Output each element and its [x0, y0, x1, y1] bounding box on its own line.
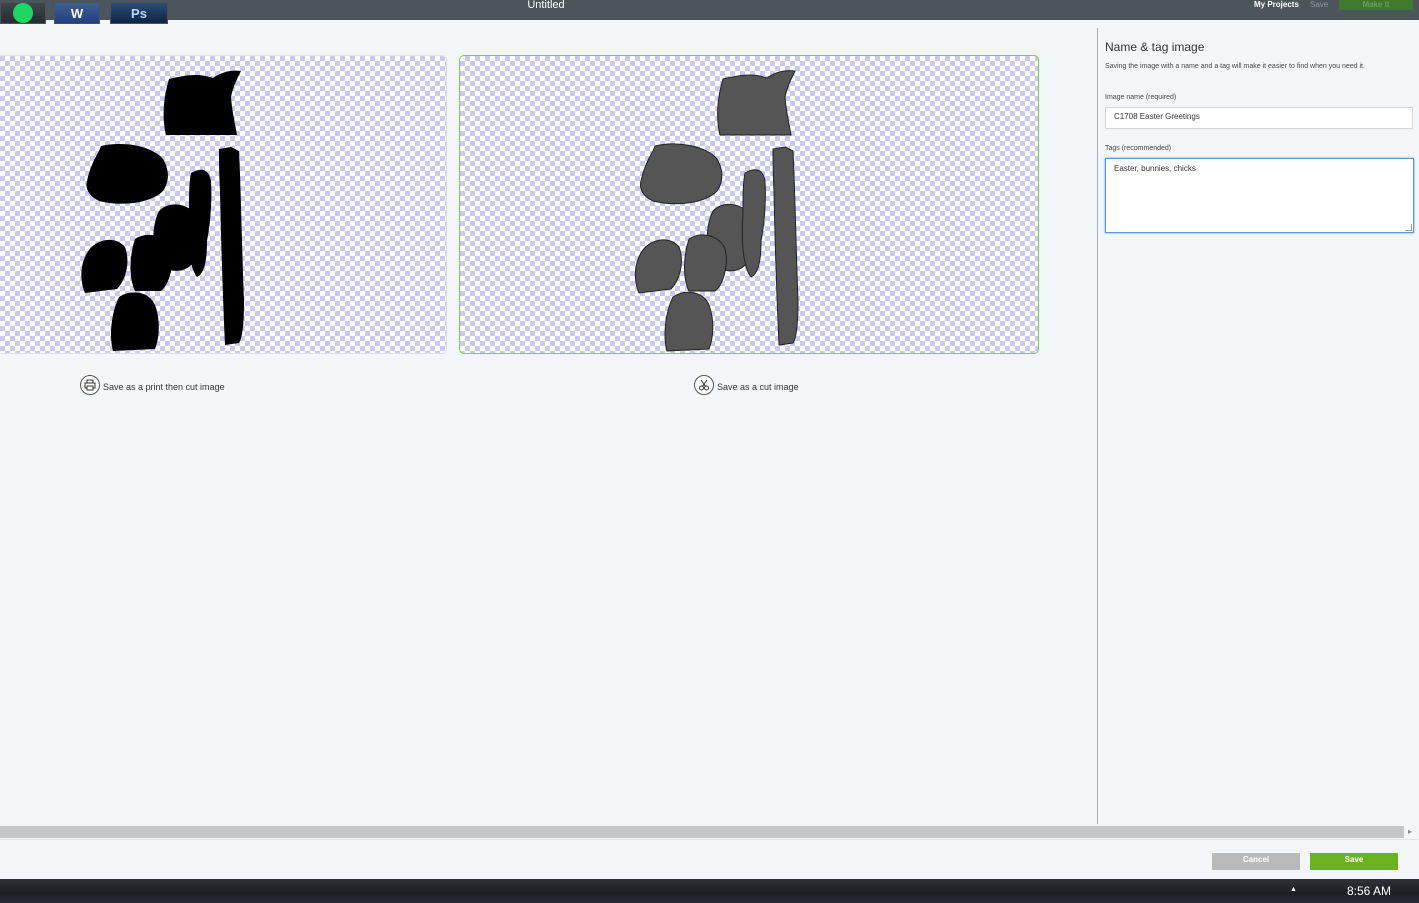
top-bar: Untitled My Projects Save Make It — [0, 0, 1419, 20]
horizontal-scrollbar[interactable] — [0, 826, 1404, 838]
scroll-right-icon[interactable]: ▸ — [1408, 826, 1412, 838]
tags-label: Tags (recommended) — [1105, 145, 1172, 152]
print-then-cut-option[interactable]: Save as a print then cut image — [80, 374, 225, 396]
photoshop-taskbar-button[interactable]: Ps — [110, 2, 168, 24]
photoshop-icon: Ps — [131, 5, 147, 21]
print-then-cut-preview[interactable] — [0, 55, 447, 354]
windows-taskbar — [0, 879, 1419, 903]
resize-grip-icon[interactable] — [1405, 224, 1412, 231]
printer-icon — [80, 375, 100, 395]
silhouette-image — [81, 70, 244, 351]
cut-silhouette-image — [634, 70, 799, 352]
cut-image-label: Save as a cut image — [717, 382, 799, 392]
word-icon: W — [70, 5, 84, 21]
bottom-action-bar — [0, 839, 1419, 880]
spotify-taskbar-button[interactable] — [0, 2, 46, 24]
top-save-link[interactable]: Save — [1310, 0, 1328, 9]
make-it-button[interactable]: Make It — [1339, 0, 1413, 10]
panel-divider — [1097, 28, 1098, 824]
word-taskbar-button[interactable]: W — [54, 2, 100, 24]
tags-textarea[interactable]: Easter, bunnies, chicks — [1105, 158, 1414, 233]
cut-image-option[interactable]: Save as a cut image — [694, 374, 799, 396]
image-name-input[interactable]: C1708 Easter Greetings — [1105, 107, 1413, 129]
taskbar-clock[interactable]: 8:56 AM — [1347, 884, 1391, 898]
tags-value: Easter, bunnies, chicks — [1114, 164, 1196, 173]
my-projects-link[interactable]: My Projects — [1254, 0, 1299, 9]
tray-expand-icon[interactable]: ▲ — [1290, 886, 1297, 893]
save-button[interactable]: Save — [1310, 853, 1398, 870]
panel-description: Saving the image with a name and a tag w… — [1105, 63, 1365, 70]
spotify-icon — [13, 3, 33, 23]
scissors-icon — [694, 375, 714, 395]
image-name-label: Image name (required) — [1105, 94, 1177, 101]
print-then-cut-label: Save as a print then cut image — [103, 382, 225, 392]
panel-title: Name & tag image — [1105, 40, 1205, 54]
cut-image-preview[interactable] — [459, 55, 1039, 354]
cancel-button[interactable]: Cancel — [1212, 853, 1300, 870]
